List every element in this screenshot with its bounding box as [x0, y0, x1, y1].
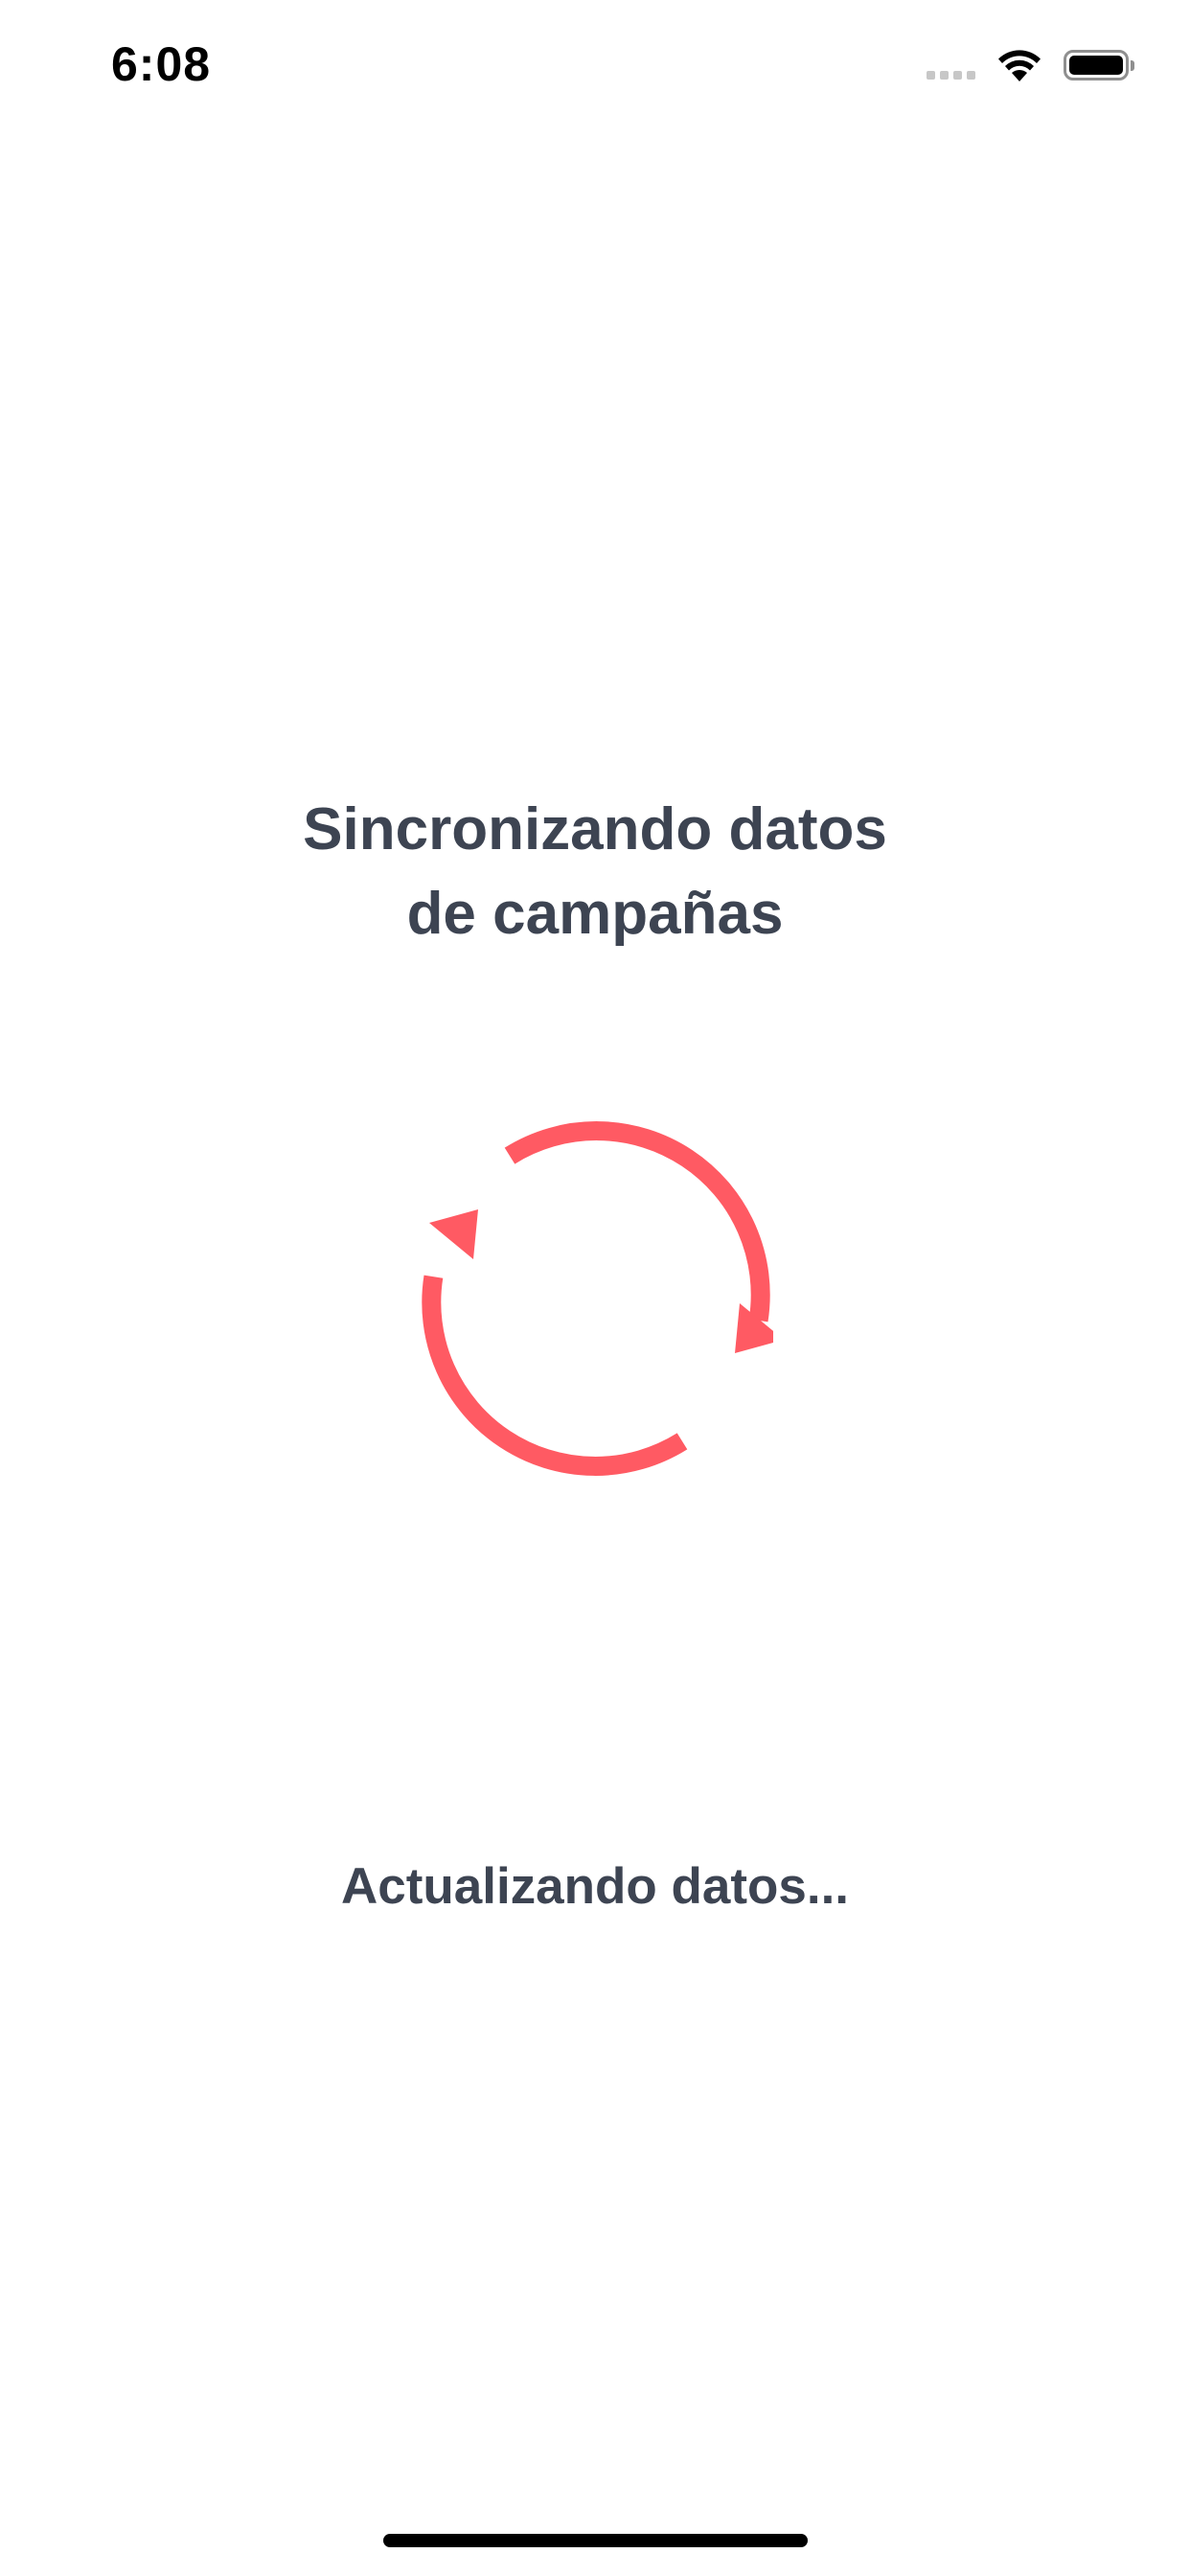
- home-indicator[interactable]: [383, 2534, 808, 2547]
- cellular-signal-icon: [927, 51, 975, 80]
- status-icons: [927, 42, 1134, 88]
- status-time: 6:08: [111, 37, 212, 91]
- status-bar: 6:08: [0, 0, 1190, 134]
- battery-icon: [1064, 50, 1134, 80]
- battery-level: [1069, 56, 1123, 75]
- sync-title-line1: Sincronizando datos: [303, 796, 887, 862]
- sync-icon: [422, 1121, 773, 1476]
- status-message: Actualizando datos...: [340, 1858, 850, 1915]
- sync-title: Sincronizando datos de campañas: [0, 788, 1190, 956]
- wifi-icon: [998, 50, 1041, 81]
- sync-title-line2: de campañas: [406, 881, 784, 947]
